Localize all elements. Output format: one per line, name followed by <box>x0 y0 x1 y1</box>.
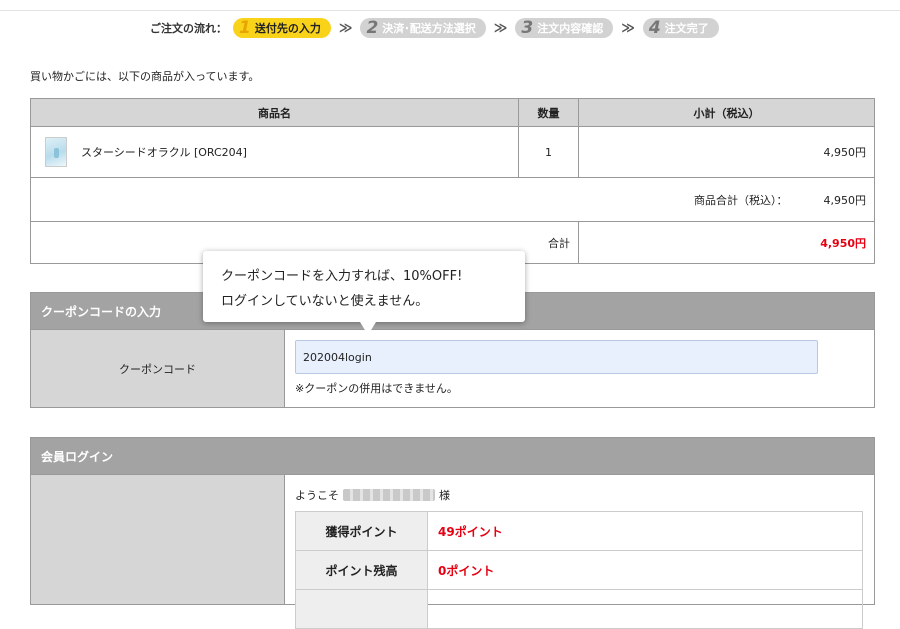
step-3: 3 注文内容確認 <box>515 18 614 38</box>
product-name[interactable]: スターシードオラクル [ORC204] <box>81 144 247 160</box>
step-4: 4 注文完了 <box>642 18 719 38</box>
points-row-value <box>427 589 863 629</box>
table-row: 獲得ポイント 49ポイント <box>295 511 863 551</box>
step-separator: ≫ <box>338 20 353 36</box>
step-3-number: 3 <box>521 18 534 38</box>
product-quantity: 1 <box>518 126 579 178</box>
step-1-number: 1 <box>239 18 251 38</box>
coupon-note: ※クーポンの併用はできません。 <box>295 382 458 395</box>
points-row-label <box>295 589 428 629</box>
step-4-number: 4 <box>648 18 661 38</box>
step-1-label: 送付先の入力 <box>254 22 321 35</box>
coupon-tooltip: クーポンコードを入力すれば、10%OFF! ログインしていないと使えません。 <box>203 251 525 335</box>
product-subtotal: 4,950円 <box>578 126 875 178</box>
welcome-message: ようこそ 様 <box>295 487 863 503</box>
step-separator: ≫ <box>493 20 508 36</box>
top-divider <box>0 10 900 11</box>
total-value: 4,950円 <box>578 221 875 264</box>
member-login-section: 会員ログイン ようこそ 様 獲得ポイント 49ポイント ポイント残高 0ポイント <box>30 437 875 629</box>
member-login-heading: 会員ログイン <box>30 437 875 475</box>
blurred-username <box>343 489 435 501</box>
steps-label: ご注文の流れ： <box>150 22 227 35</box>
header-product-name: 商品名 <box>30 98 519 127</box>
goods-total-label: 商品合計（税込）： <box>694 193 788 207</box>
goods-total-value: 4,950円 <box>823 193 867 207</box>
member-label-cell <box>31 475 285 604</box>
points-balance-label: ポイント残高 <box>295 550 428 590</box>
step-2-label: 決済･配送方法選択 <box>382 22 476 35</box>
header-subtotal: 小計（税込） <box>578 98 875 127</box>
table-row <box>295 589 863 629</box>
points-balance-value: 0ポイント <box>427 550 863 590</box>
points-table: 獲得ポイント 49ポイント ポイント残高 0ポイント <box>295 511 863 629</box>
goods-total-cell: 商品合計（税込）： 4,950円 <box>30 177 875 222</box>
tooltip-line-1: クーポンコードを入力すれば、10%OFF! <box>221 269 463 284</box>
step-3-label: 注文内容確認 <box>537 22 604 35</box>
cart-table: 商品名 数量 小計（税込） スターシードオラクル [ORC204] 1 4,95… <box>30 98 875 264</box>
coupon-label: クーポンコード <box>31 330 285 407</box>
welcome-suffix: 様 <box>439 489 450 502</box>
step-2-number: 2 <box>366 18 379 38</box>
step-2: 2 決済･配送方法選択 <box>360 18 486 38</box>
product-thumbnail[interactable] <box>45 137 67 167</box>
coupon-code-input[interactable] <box>295 340 818 374</box>
welcome-prefix: ようこそ <box>295 489 339 502</box>
table-row: ポイント残高 0ポイント <box>295 550 863 590</box>
product-cell: スターシードオラクル [ORC204] <box>30 126 519 178</box>
step-separator: ≫ <box>621 20 635 36</box>
step-1: 1 送付先の入力 <box>233 18 331 38</box>
order-steps: ご注文の流れ： 1 送付先の入力 ≫ 2 決済･配送方法選択 ≫ 3 注文内容確… <box>150 17 719 39</box>
header-quantity: 数量 <box>518 98 579 127</box>
earned-points-value: 49ポイント <box>427 511 863 551</box>
tooltip-line-2: ログインしていないと使えません。 <box>221 294 429 309</box>
table-row: スターシードオラクル [ORC204] 1 4,950円 <box>30 126 875 178</box>
cart-intro-text: 買い物かごには、以下の商品が入っています。 <box>30 70 260 83</box>
step-4-label: 注文完了 <box>664 22 709 35</box>
earned-points-label: 獲得ポイント <box>295 511 428 551</box>
